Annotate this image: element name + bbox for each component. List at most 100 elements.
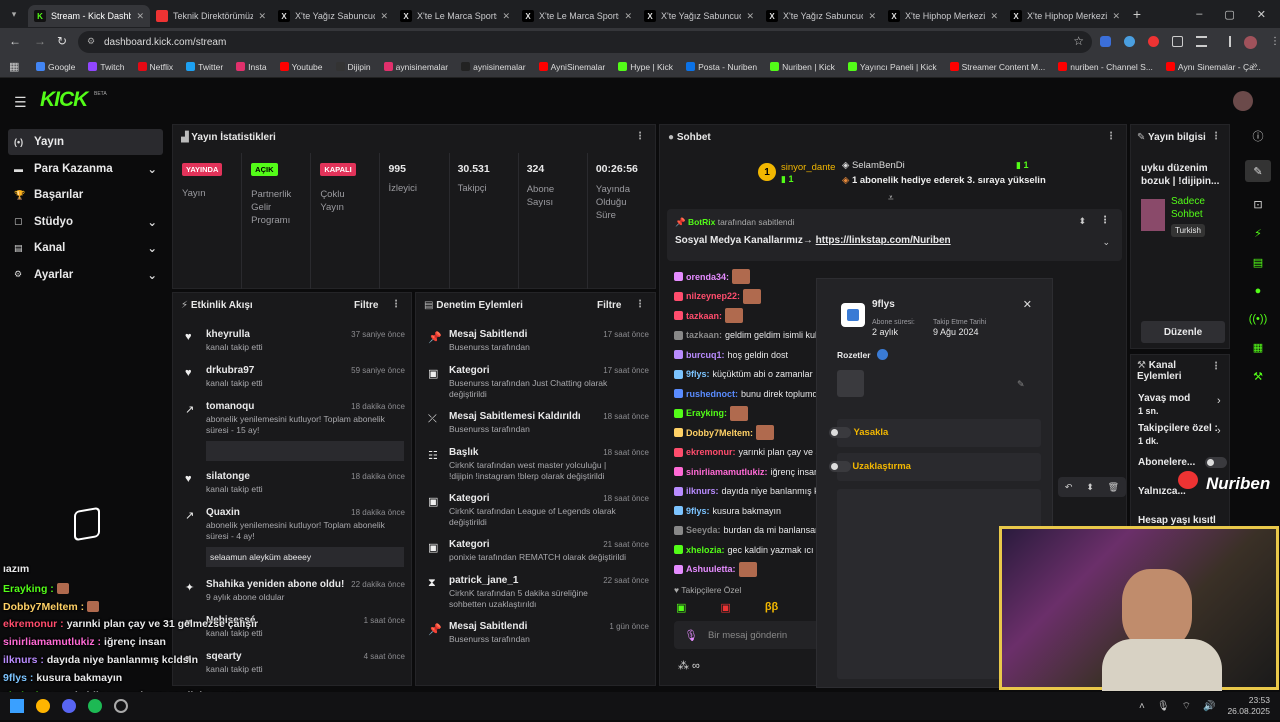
- sidebar-toggle-icon[interactable]: [1220, 36, 1231, 47]
- bookmark-item[interactable]: nuriben - Channel S...: [1058, 62, 1153, 72]
- unpin-icon[interactable]: ⬍: [1078, 216, 1086, 227]
- bookmark-item[interactable]: Twitter: [186, 62, 223, 72]
- bookmark-item[interactable]: Posta - Nuriben: [686, 62, 757, 72]
- chat-username[interactable]: 9flys:: [686, 506, 710, 516]
- channel-menu-icon[interactable]: ⋮: [1211, 361, 1221, 372]
- ban-row[interactable]: ⊘ Yasakla: [829, 419, 1041, 447]
- chevron-down-icon[interactable]: ⌄: [147, 241, 157, 255]
- chat-username[interactable]: rushednoct:: [686, 389, 738, 399]
- bookmark-item[interactable]: Aynı Sinemalar - Ça...: [1165, 62, 1261, 72]
- close-window-icon[interactable]: ✕: [1257, 8, 1266, 21]
- pinned-link[interactable]: https://linkstap.com/Nuriben: [816, 235, 951, 246]
- browser-tab[interactable]: ▶ Teknik Direktörümüz ✕: [150, 5, 272, 27]
- mod-menu-icon[interactable]: ⋮: [635, 299, 645, 310]
- maximize-icon[interactable]: ▢: [1224, 8, 1234, 21]
- bookmark-item[interactable]: Youtube: [279, 62, 323, 72]
- chevron-down-icon[interactable]: ⌄: [147, 215, 157, 229]
- chat-tools-icon[interactable]: ⁂ ∞: [678, 659, 700, 672]
- back-icon[interactable]: ←: [9, 34, 21, 48]
- chat-username[interactable]: tazkaan:: [686, 311, 722, 321]
- close-tab-icon[interactable]: ✕: [502, 11, 510, 22]
- bookmark-item[interactable]: Google: [36, 62, 75, 72]
- bookmark-item[interactable]: aynisinemalar: [461, 62, 526, 72]
- browser-tab[interactable]: X X'te Le Marca Sports ✕: [394, 5, 516, 27]
- forward-icon[interactable]: →: [34, 34, 46, 48]
- mic-icon[interactable]: 🎙: [684, 629, 698, 642]
- scan-icon[interactable]: ⊡: [1253, 198, 1262, 211]
- emote-red-icon[interactable]: ▣: [720, 601, 730, 614]
- emote-green-icon[interactable]: ▣: [676, 601, 686, 614]
- extensions-puzzle-icon[interactable]: [1172, 36, 1183, 47]
- activity-menu-icon[interactable]: ⋮: [391, 299, 401, 310]
- reply-icon[interactable]: ↶: [1065, 482, 1073, 493]
- chat-username[interactable]: nilzeynep22:: [686, 291, 740, 301]
- bookmark-item[interactable]: Hype | Kick: [618, 62, 673, 72]
- bookmark-item[interactable]: Netflix: [137, 62, 173, 72]
- bolt-rail-icon[interactable]: ⚡: [1254, 227, 1262, 240]
- sidebar-item-5[interactable]: ⚙ Ayarlar ⌄: [8, 262, 163, 288]
- sidebar-item-3[interactable]: ▢ Stüdyo ⌄: [8, 209, 163, 235]
- activity-filter-button[interactable]: Filtre: [354, 300, 378, 311]
- tray-volume-icon[interactable]: 🔊: [1203, 701, 1215, 712]
- kick-logo[interactable]: KICK: [40, 88, 88, 112]
- clock[interactable]: 23:53 26.08.2025: [1227, 695, 1270, 717]
- close-tab-icon[interactable]: ✕: [990, 11, 998, 22]
- timeout-toggle[interactable]: [829, 461, 851, 472]
- bookmark-item[interactable]: Yayıncı Paneli | Kick: [847, 62, 937, 72]
- browser-menu-icon[interactable]: ⋮: [1270, 36, 1280, 47]
- chat-username[interactable]: burcuq1:: [686, 350, 725, 360]
- chat-username[interactable]: orenda34:: [686, 272, 729, 282]
- close-tab-icon[interactable]: ✕: [746, 11, 754, 22]
- collapse-icon[interactable]: ⩡: [888, 193, 894, 204]
- chat-username[interactable]: tazkaan:: [686, 330, 722, 340]
- edit-pencil-icon[interactable]: ✎: [1245, 160, 1271, 182]
- chat-username[interactable]: Erayking:: [686, 408, 727, 418]
- close-tab-icon[interactable]: ✕: [1112, 11, 1120, 22]
- extension-shield-icon[interactable]: [1100, 36, 1111, 47]
- bookmark-item[interactable]: Nuriben | Kick: [770, 62, 835, 72]
- chat-username[interactable]: ilknurs:: [686, 486, 719, 496]
- sidebar-item-1[interactable]: ▬ Para Kazanma ⌄: [8, 156, 163, 182]
- bookmark-star-icon[interactable]: ☆: [1073, 34, 1084, 48]
- storage-icon[interactable]: ▦: [1253, 341, 1263, 354]
- profile-avatar-icon[interactable]: [1244, 36, 1257, 49]
- info-menu-icon[interactable]: ⋮: [1211, 131, 1221, 142]
- start-icon[interactable]: [10, 699, 24, 713]
- browser-tab[interactable]: X X'te Yağız Sabuncuoğ ✕: [760, 5, 882, 27]
- user-avatar[interactable]: [1233, 91, 1253, 111]
- chrome-icon[interactable]: [36, 699, 50, 713]
- chevron-down-icon[interactable]: ⌄: [147, 268, 157, 282]
- bookmark-item[interactable]: aynisinemalar: [383, 62, 448, 72]
- chat-username[interactable]: Ashuuletta:: [686, 564, 736, 574]
- chat-username[interactable]: 9flys:: [686, 369, 710, 379]
- close-tab-icon[interactable]: ✕: [258, 11, 266, 22]
- bookmark-item[interactable]: Dijipin: [335, 62, 371, 72]
- broadcast-icon[interactable]: ((•)): [1249, 313, 1268, 325]
- close-tab-icon[interactable]: ✕: [624, 11, 632, 22]
- chat-input[interactable]: 🎙 Bir mesaj gönderin: [674, 621, 824, 649]
- extension-record-icon[interactable]: [1148, 36, 1159, 47]
- tray-wifi-icon[interactable]: ⌔: [1182, 700, 1191, 713]
- edit-badge-icon[interactable]: ✎: [1017, 379, 1025, 390]
- stats-menu-icon[interactable]: ⋮: [635, 131, 645, 142]
- close-tab-icon[interactable]: ✕: [136, 11, 144, 22]
- bookmark-item[interactable]: AyniSinemalar: [538, 62, 605, 72]
- tray-chevron-icon[interactable]: ˄: [1139, 701, 1145, 712]
- pin-action-icon[interactable]: ⬍: [1086, 482, 1094, 493]
- sidebar-item-4[interactable]: ▤ Kanal ⌄: [8, 235, 163, 261]
- chevron-down-icon[interactable]: ⌄: [147, 162, 157, 176]
- edit-info-button[interactable]: Düzenle: [1141, 321, 1225, 343]
- sidebar-item-0[interactable]: (•) Yayın: [8, 129, 163, 155]
- delete-icon[interactable]: 🗑: [1108, 482, 1119, 493]
- tab-search-icon[interactable]: ▾: [0, 0, 28, 28]
- top-gifter-name[interactable]: sinyor_dante: [781, 162, 835, 173]
- browser-tab[interactable]: K Stream - Kick Dashbo ✕: [28, 5, 150, 27]
- tray-mic-icon[interactable]: 🎙: [1157, 701, 1170, 712]
- clipboard-icon[interactable]: ▤: [1253, 256, 1263, 269]
- chat-username[interactable]: Dobby7Meltem:: [686, 428, 753, 438]
- chat-menu-icon[interactable]: ⋮: [1106, 131, 1116, 142]
- chat-username[interactable]: xhelozia:: [686, 545, 725, 555]
- browser-tab[interactable]: X X'te Yağız Sabuncuoğ ✕: [272, 5, 394, 27]
- emote-beta-icon[interactable]: ββ: [765, 601, 778, 614]
- app-icon[interactable]: [114, 699, 128, 713]
